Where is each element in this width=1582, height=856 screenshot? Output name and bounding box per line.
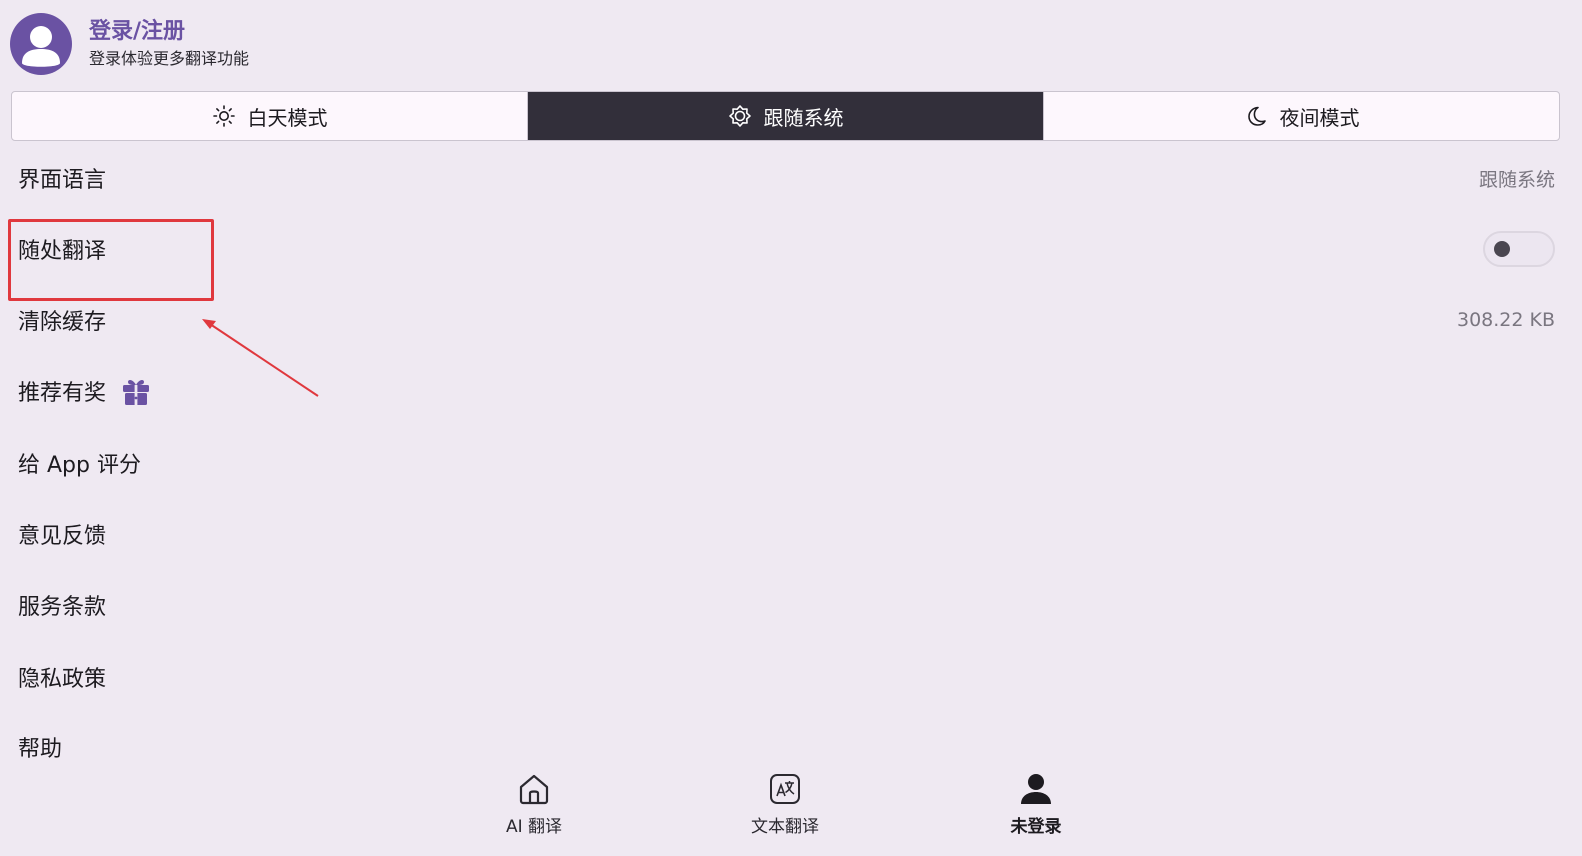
nav-profile-label: 未登录 — [1010, 817, 1062, 837]
bottom-navigation: AI 翻译 文本翻译 未登录 — [0, 772, 1582, 856]
theme-system-label: 跟随系统 — [763, 105, 844, 130]
theme-dark-label: 夜间模式 — [1279, 105, 1360, 130]
nav-text-translate[interactable]: 文本翻译 — [725, 772, 845, 837]
login-subtitle: 登录体验更多翻译功能 — [89, 49, 250, 68]
auto-brightness-icon — [728, 105, 751, 127]
help-label: 帮助 — [18, 737, 63, 762]
referral-row[interactable]: 推荐有奖 — [0, 371, 1582, 411]
feedback-row[interactable]: 意见反馈 — [0, 514, 1582, 554]
theme-dark-button[interactable]: 夜间模式 — [1043, 92, 1559, 140]
gift-icon — [123, 380, 150, 405]
translate-anywhere-toggle[interactable] — [1483, 231, 1555, 267]
clear-cache-label: 清除缓存 — [18, 310, 107, 335]
theme-segmented-control: 白天模式 跟随系统 夜间模式 — [11, 91, 1560, 141]
cache-size-value: 308.22 KB — [1456, 309, 1555, 331]
nav-profile[interactable]: 未登录 — [976, 772, 1096, 837]
translate-anywhere-label: 随处翻译 — [18, 239, 107, 264]
nav-text-translate-label: 文本翻译 — [751, 817, 819, 837]
clear-cache-row[interactable]: 清除缓存 308.22 KB — [0, 300, 1582, 340]
language-setting-value: 跟随系统 — [1478, 168, 1555, 191]
toggle-knob — [1494, 241, 1510, 257]
nav-ai-translate-label: AI 翻译 — [505, 817, 563, 837]
terms-label: 服务条款 — [18, 595, 107, 620]
translate-icon — [770, 774, 800, 804]
language-setting-label: 界面语言 — [18, 168, 107, 193]
login-register-link[interactable]: 登录/注册 — [89, 18, 249, 46]
moon-icon — [1247, 106, 1266, 126]
nav-ai-translate[interactable]: AI 翻译 — [474, 772, 594, 837]
theme-system-button[interactable]: 跟随系统 — [527, 92, 1043, 140]
avatar-icon[interactable] — [10, 13, 72, 75]
theme-light-label: 白天模式 — [247, 105, 328, 130]
referral-label: 推荐有奖 — [18, 381, 107, 406]
referral-label-group: 推荐有奖 — [18, 375, 152, 407]
sun-icon — [212, 105, 235, 127]
rate-app-row[interactable]: 给 App 评分 — [0, 443, 1582, 483]
terms-row[interactable]: 服务条款 — [0, 585, 1582, 625]
privacy-label: 隐私政策 — [18, 667, 107, 692]
language-setting-row[interactable]: 界面语言 跟随系统 — [0, 158, 1582, 198]
rate-app-label: 给 App 评分 — [18, 453, 141, 478]
help-row[interactable]: 帮助 — [0, 727, 1582, 767]
home-icon — [519, 774, 549, 805]
theme-light-button[interactable]: 白天模式 — [12, 92, 527, 140]
translate-anywhere-row[interactable]: 随处翻译 — [0, 229, 1582, 269]
account-header[interactable]: 登录/注册 登录体验更多翻译功能 — [10, 12, 249, 76]
privacy-row[interactable]: 隐私政策 — [0, 657, 1582, 697]
person-icon — [1021, 774, 1051, 804]
feedback-label: 意见反馈 — [18, 524, 107, 549]
